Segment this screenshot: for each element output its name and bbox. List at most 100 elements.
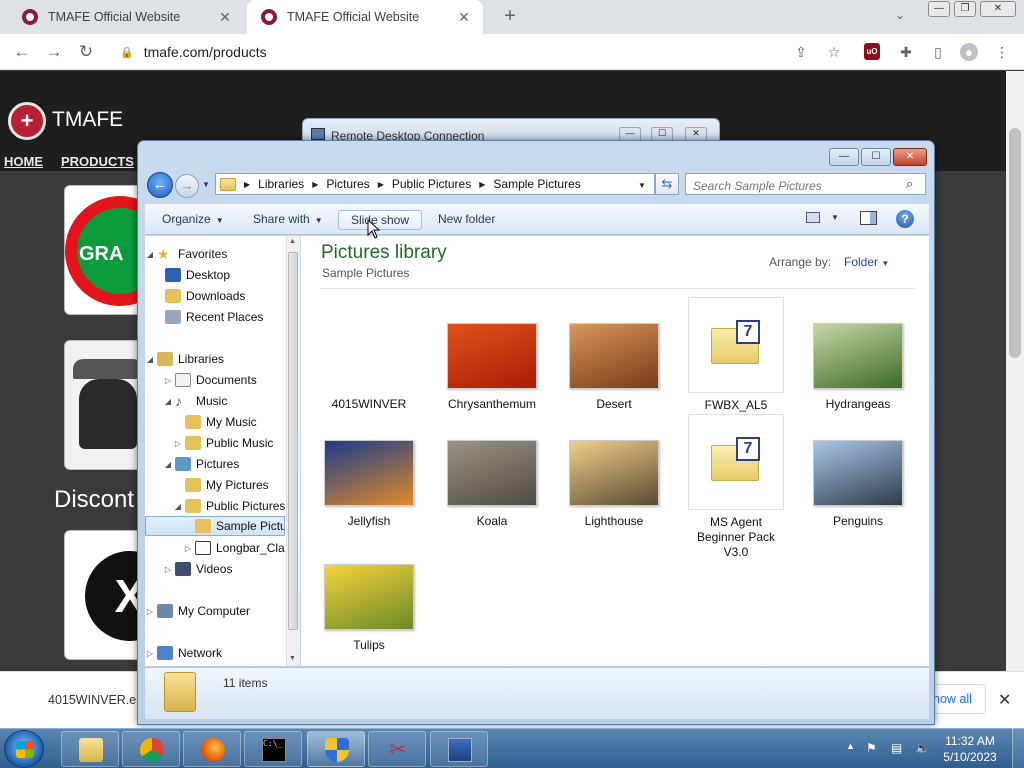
taskbar-explorer-button[interactable] (61, 731, 119, 767)
share-icon[interactable]: ⇪ (792, 43, 810, 61)
browser-tab-active[interactable]: TMAFE Official Website ✕ (247, 0, 483, 34)
nav-item-my-music[interactable]: My Music (145, 412, 285, 432)
new-tab-button[interactable]: + (498, 5, 522, 29)
address-dropdown-icon[interactable]: ▼ (638, 181, 646, 190)
collapse-arrow-icon[interactable]: ◢ (145, 250, 155, 259)
back-arrow-icon[interactable]: ← (12, 42, 32, 62)
rdc-close-button[interactable]: ✕ (685, 127, 707, 141)
nav-item-public-pictures[interactable]: ◢ Public Pictures (145, 496, 285, 516)
new-folder-button[interactable]: New folder (431, 210, 502, 230)
extensions-puzzle-icon[interactable]: ✚ (897, 43, 915, 61)
file-item[interactable]: Tulips (314, 538, 424, 653)
file-item[interactable]: Lighthouse (559, 414, 669, 529)
breadcrumb-pictures[interactable]: Pictures (326, 177, 369, 191)
minimize-window-button[interactable]: — (829, 148, 859, 166)
collapse-arrow-icon[interactable]: ◢ (145, 355, 155, 364)
reload-icon[interactable]: ↻ (76, 42, 96, 62)
recent-pages-chevron-icon[interactable]: ▼ (202, 180, 210, 189)
help-icon[interactable]: ? (896, 210, 914, 228)
expand-arrow-icon[interactable]: ▷ (163, 376, 173, 385)
address-bar[interactable]: 🔒 tmafe.com/products (110, 40, 850, 64)
file-item[interactable]: Desert (559, 297, 669, 412)
browser-tab[interactable]: TMAFE Official Website ✕ (8, 0, 244, 34)
nav-item-videos[interactable]: ▷ Videos (145, 559, 285, 579)
nav-item-libraries[interactable]: ◢ Libraries (145, 349, 285, 369)
product-card[interactable]: X (64, 530, 144, 660)
file-item[interactable]: 7 MS Agent Beginner Pack V3.0 (681, 414, 791, 560)
maximize-window-button[interactable]: ☐ (861, 148, 891, 166)
ublock-shield-icon[interactable]: uO (864, 43, 880, 60)
nav-item-pictures[interactable]: ◢ Pictures (145, 454, 285, 474)
nav-item-longbar[interactable]: ▷ Longbar_Clas (145, 538, 285, 558)
page-scrollbar-thumb[interactable] (1009, 128, 1021, 358)
organize-button[interactable]: Organize ▼ (155, 210, 231, 230)
file-item[interactable]: Koala (437, 414, 547, 529)
forward-button[interactable]: → (175, 174, 199, 198)
nav-item-music[interactable]: ◢ ♪ Music (145, 391, 285, 411)
change-view-icon[interactable] (806, 212, 820, 223)
preview-pane-icon[interactable] (860, 211, 877, 225)
site-brand[interactable]: TMAFE (52, 108, 123, 132)
expand-arrow-icon[interactable]: ▷ (145, 607, 155, 616)
navigation-scrollbar-thumb[interactable] (288, 252, 298, 630)
back-button[interactable]: ← (147, 172, 173, 198)
collapse-arrow-icon[interactable]: ◢ (163, 397, 173, 406)
side-panel-icon[interactable]: ▯ (929, 43, 947, 61)
nav-item-downloads[interactable]: Downloads (145, 286, 285, 306)
nav-item-desktop[interactable]: Desktop (145, 265, 285, 285)
download-file-name[interactable]: 4015WINVER.e (48, 693, 136, 707)
refresh-icon[interactable]: ⇆ (655, 173, 679, 195)
nav-item-documents[interactable]: ▷ Documents (145, 370, 285, 390)
share-with-button[interactable]: Share with ▼ (246, 210, 330, 230)
breadcrumb-separator-icon[interactable]: ▶ (312, 180, 318, 189)
restore-browser-button[interactable]: ❐ (954, 1, 976, 17)
tab-search-chevron-icon[interactable]: ⌄ (895, 8, 905, 22)
menu-kebab-icon[interactable]: ⋮ (993, 43, 1011, 61)
nav-home-link[interactable]: HOME (4, 154, 43, 169)
arrange-by-dropdown[interactable]: Folder ▼ (844, 255, 889, 269)
taskbar-chrome-button[interactable] (122, 731, 180, 767)
profile-avatar-icon[interactable]: ● (960, 43, 978, 61)
rdc-maximize-button[interactable]: ☐ (651, 127, 673, 141)
close-download-bar-icon[interactable]: ✕ (998, 690, 1011, 710)
file-item[interactable]: 4015WINVER (314, 297, 424, 412)
breadcrumb-separator-icon[interactable]: ▶ (244, 180, 250, 189)
show-desktop-button[interactable] (1012, 728, 1024, 768)
product-card[interactable]: GRA (64, 185, 144, 315)
network-status-icon[interactable]: ▤ (891, 741, 902, 755)
expand-arrow-icon[interactable]: ▷ (145, 649, 155, 658)
scroll-down-icon[interactable]: ▼ (289, 655, 296, 662)
collapse-arrow-icon[interactable]: ◢ (173, 502, 183, 511)
start-button[interactable] (4, 730, 44, 768)
close-tab-icon[interactable]: ✕ (455, 9, 473, 26)
view-options-chevron-icon[interactable]: ▼ (831, 213, 839, 222)
nav-item-my-pictures[interactable]: My Pictures (145, 475, 285, 495)
breadcrumb-libraries[interactable]: Libraries (258, 177, 304, 191)
search-input[interactable] (685, 173, 926, 195)
expand-arrow-icon[interactable]: ▷ (173, 439, 183, 448)
taskbar-snipping-button[interactable]: ✂ (368, 731, 426, 767)
product-card[interactable] (64, 340, 144, 470)
breadcrumb-separator-icon[interactable]: ▶ (378, 180, 384, 189)
rdc-minimize-button[interactable]: — (619, 127, 641, 141)
taskbar-uac-button[interactable] (307, 731, 365, 767)
show-hidden-icons-icon[interactable]: ▲ (846, 741, 855, 751)
breadcrumb-sample-pictures[interactable]: Sample Pictures (493, 177, 580, 191)
nav-item-network[interactable]: ▷ Network (145, 643, 285, 663)
expand-arrow-icon[interactable]: ▷ (183, 544, 193, 553)
taskbar-remote-desktop-button[interactable] (430, 731, 488, 767)
expand-arrow-icon[interactable]: ▷ (163, 565, 173, 574)
site-logo-icon[interactable]: + (8, 102, 46, 140)
scroll-up-icon[interactable]: ▲ (289, 238, 296, 245)
close-window-button[interactable]: ✕ (893, 148, 927, 166)
volume-icon[interactable]: 🔈 (915, 741, 930, 755)
action-center-flag-icon[interactable]: ⚑ (866, 741, 877, 755)
breadcrumb-separator-icon[interactable]: ▶ (479, 180, 485, 189)
file-item[interactable]: Hydrangeas (803, 297, 913, 412)
nav-item-sample-pictures[interactable]: Sample Pictu (145, 516, 285, 536)
minimize-browser-button[interactable]: — (928, 1, 950, 17)
taskbar-firefox-button[interactable] (183, 731, 241, 767)
file-item[interactable]: Chrysanthemum (437, 297, 547, 412)
file-item[interactable]: Penguins (803, 414, 913, 529)
system-clock[interactable]: 11:32 AM 5/10/2023 (934, 733, 1006, 765)
